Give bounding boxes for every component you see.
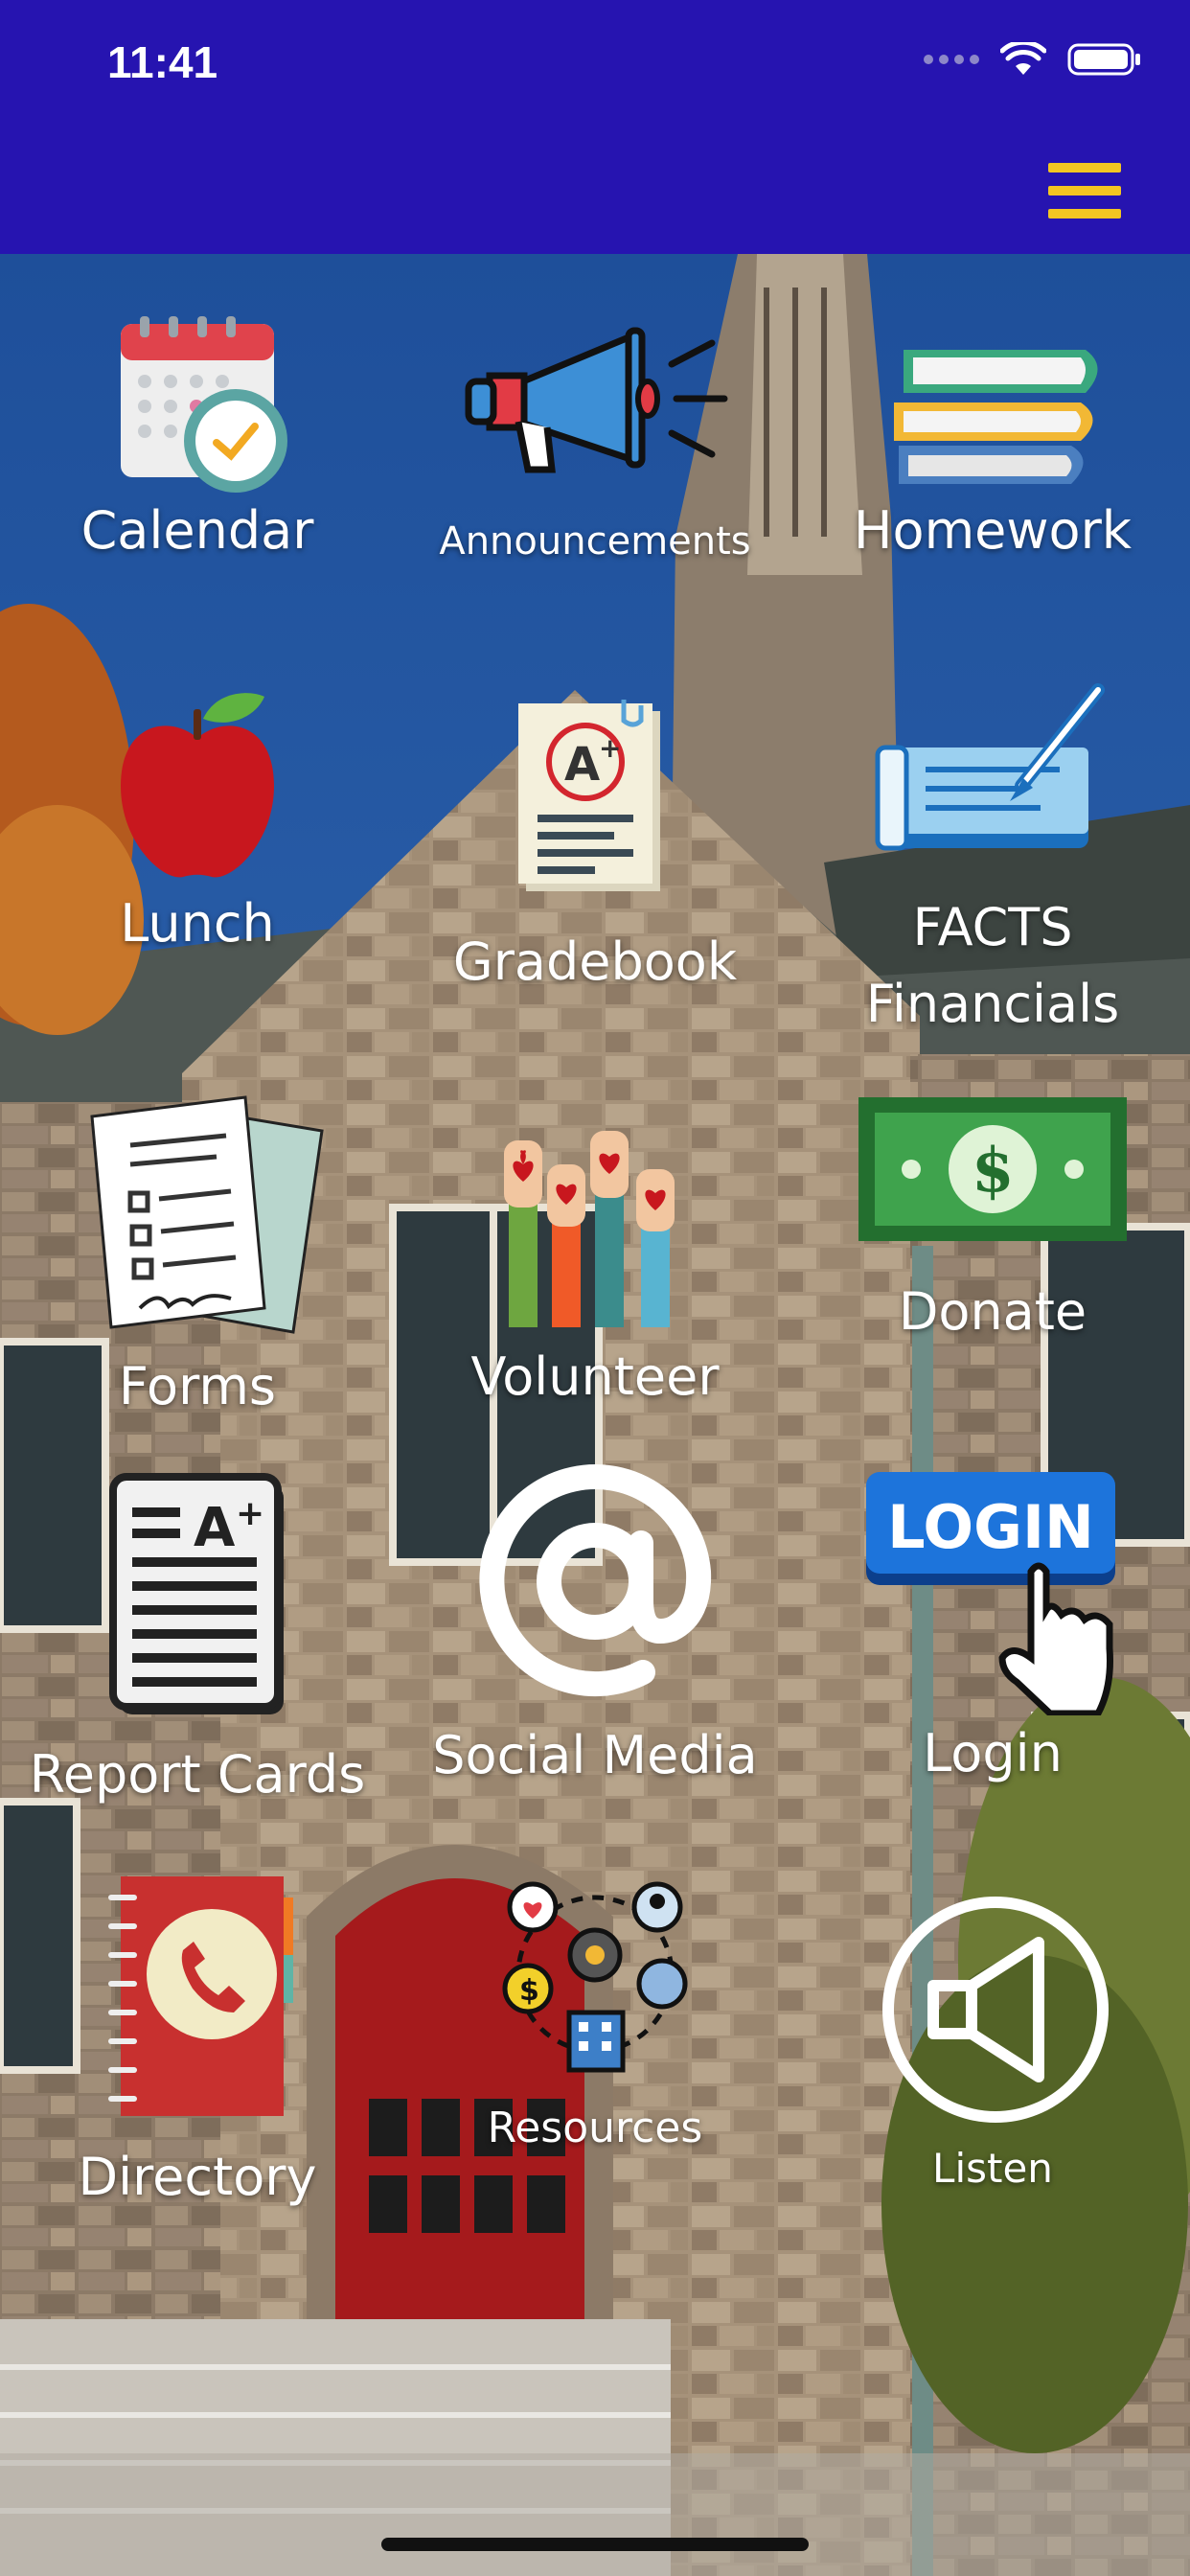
login-button-icon: LOGIN <box>858 1466 1127 1719</box>
tile-label: Volunteer <box>470 1346 720 1407</box>
tile-label: Calendar <box>80 500 314 561</box>
svg-text:A: A <box>564 738 600 792</box>
tile-announcements[interactable]: Announcements <box>413 288 777 575</box>
tile-label: Donate <box>898 1281 1087 1342</box>
tile-label: Listen <box>932 2145 1053 2192</box>
hamburger-icon-line <box>1048 186 1121 196</box>
books-icon <box>880 311 1110 497</box>
cellular-signal-icon <box>924 55 979 64</box>
svg-text:+: + <box>236 1494 264 1533</box>
tile-label: Homework <box>853 500 1133 561</box>
tile-forms[interactable]: Forms <box>15 1078 379 1423</box>
hamburger-icon-line <box>1048 163 1121 172</box>
dollar-bill-icon: $ <box>854 1088 1132 1254</box>
svg-text:$: $ <box>519 1974 539 2008</box>
svg-text:$: $ <box>972 1135 1015 1207</box>
header-bar: 11:41 <box>0 0 1190 254</box>
tile-volunteer[interactable]: Volunteer <box>413 1078 777 1423</box>
tile-facts-financials[interactable]: FACTS Financials <box>811 671 1175 1035</box>
raised-hands-icon <box>480 1097 710 1331</box>
speaker-icon <box>876 1890 1115 2133</box>
home-indicator[interactable] <box>381 2538 809 2551</box>
graded-paper-icon: A + <box>509 700 681 905</box>
status-time: 11:41 <box>107 37 218 87</box>
tile-label: Announcements <box>439 519 751 564</box>
tile-social-media[interactable]: Social Media <box>413 1447 777 1792</box>
svg-text:+: + <box>599 732 621 764</box>
login-badge-text: LOGIN <box>887 1492 1094 1562</box>
forms-icon <box>73 1088 341 1350</box>
tile-listen[interactable]: Listen <box>811 1878 1175 2195</box>
at-sign-icon <box>470 1457 720 1710</box>
tile-label: Gradebook <box>452 932 738 992</box>
apple-icon <box>111 685 284 890</box>
phone-book-icon <box>102 1869 322 2122</box>
megaphone-icon <box>461 316 739 493</box>
calendar-icon <box>102 307 303 502</box>
svg-text:A: A <box>194 1497 236 1559</box>
tile-label: Resources <box>487 2104 703 2152</box>
tile-label: Forms <box>118 1356 277 1416</box>
status-icons <box>924 42 1142 77</box>
tile-calendar[interactable]: Calendar <box>15 288 379 575</box>
tile-report-cards[interactable]: A + Report Cards <box>15 1471 379 1816</box>
tile-donate[interactable]: $ Donate <box>811 1078 1175 1366</box>
tile-label: Directory <box>78 2147 317 2207</box>
report-card-icon: A + <box>102 1471 293 1724</box>
menu-button[interactable] <box>1048 163 1121 218</box>
tile-gradebook[interactable]: A + Gradebook <box>413 671 777 997</box>
tile-label: FACTS Financials <box>865 897 1120 1034</box>
tile-login[interactable]: LOGIN Login <box>811 1466 1175 1792</box>
battery-icon <box>1067 43 1140 76</box>
resources-network-icon: $ <box>494 1878 696 2083</box>
tile-lunch[interactable]: Lunch <box>15 671 379 978</box>
tile-label: Login <box>923 1723 1063 1783</box>
tile-homework[interactable]: Homework <box>811 288 1175 575</box>
tile-directory[interactable]: Directory <box>15 1869 379 2214</box>
tile-label: Lunch <box>120 893 275 954</box>
tile-resources[interactable]: $ Resources <box>413 1869 777 2175</box>
tile-label: Report Cards <box>29 1744 366 1805</box>
wifi-icon <box>1000 42 1046 75</box>
hamburger-icon-line <box>1048 209 1121 218</box>
tile-label: Social Media <box>432 1725 758 1785</box>
checkbook-icon <box>858 671 1127 866</box>
